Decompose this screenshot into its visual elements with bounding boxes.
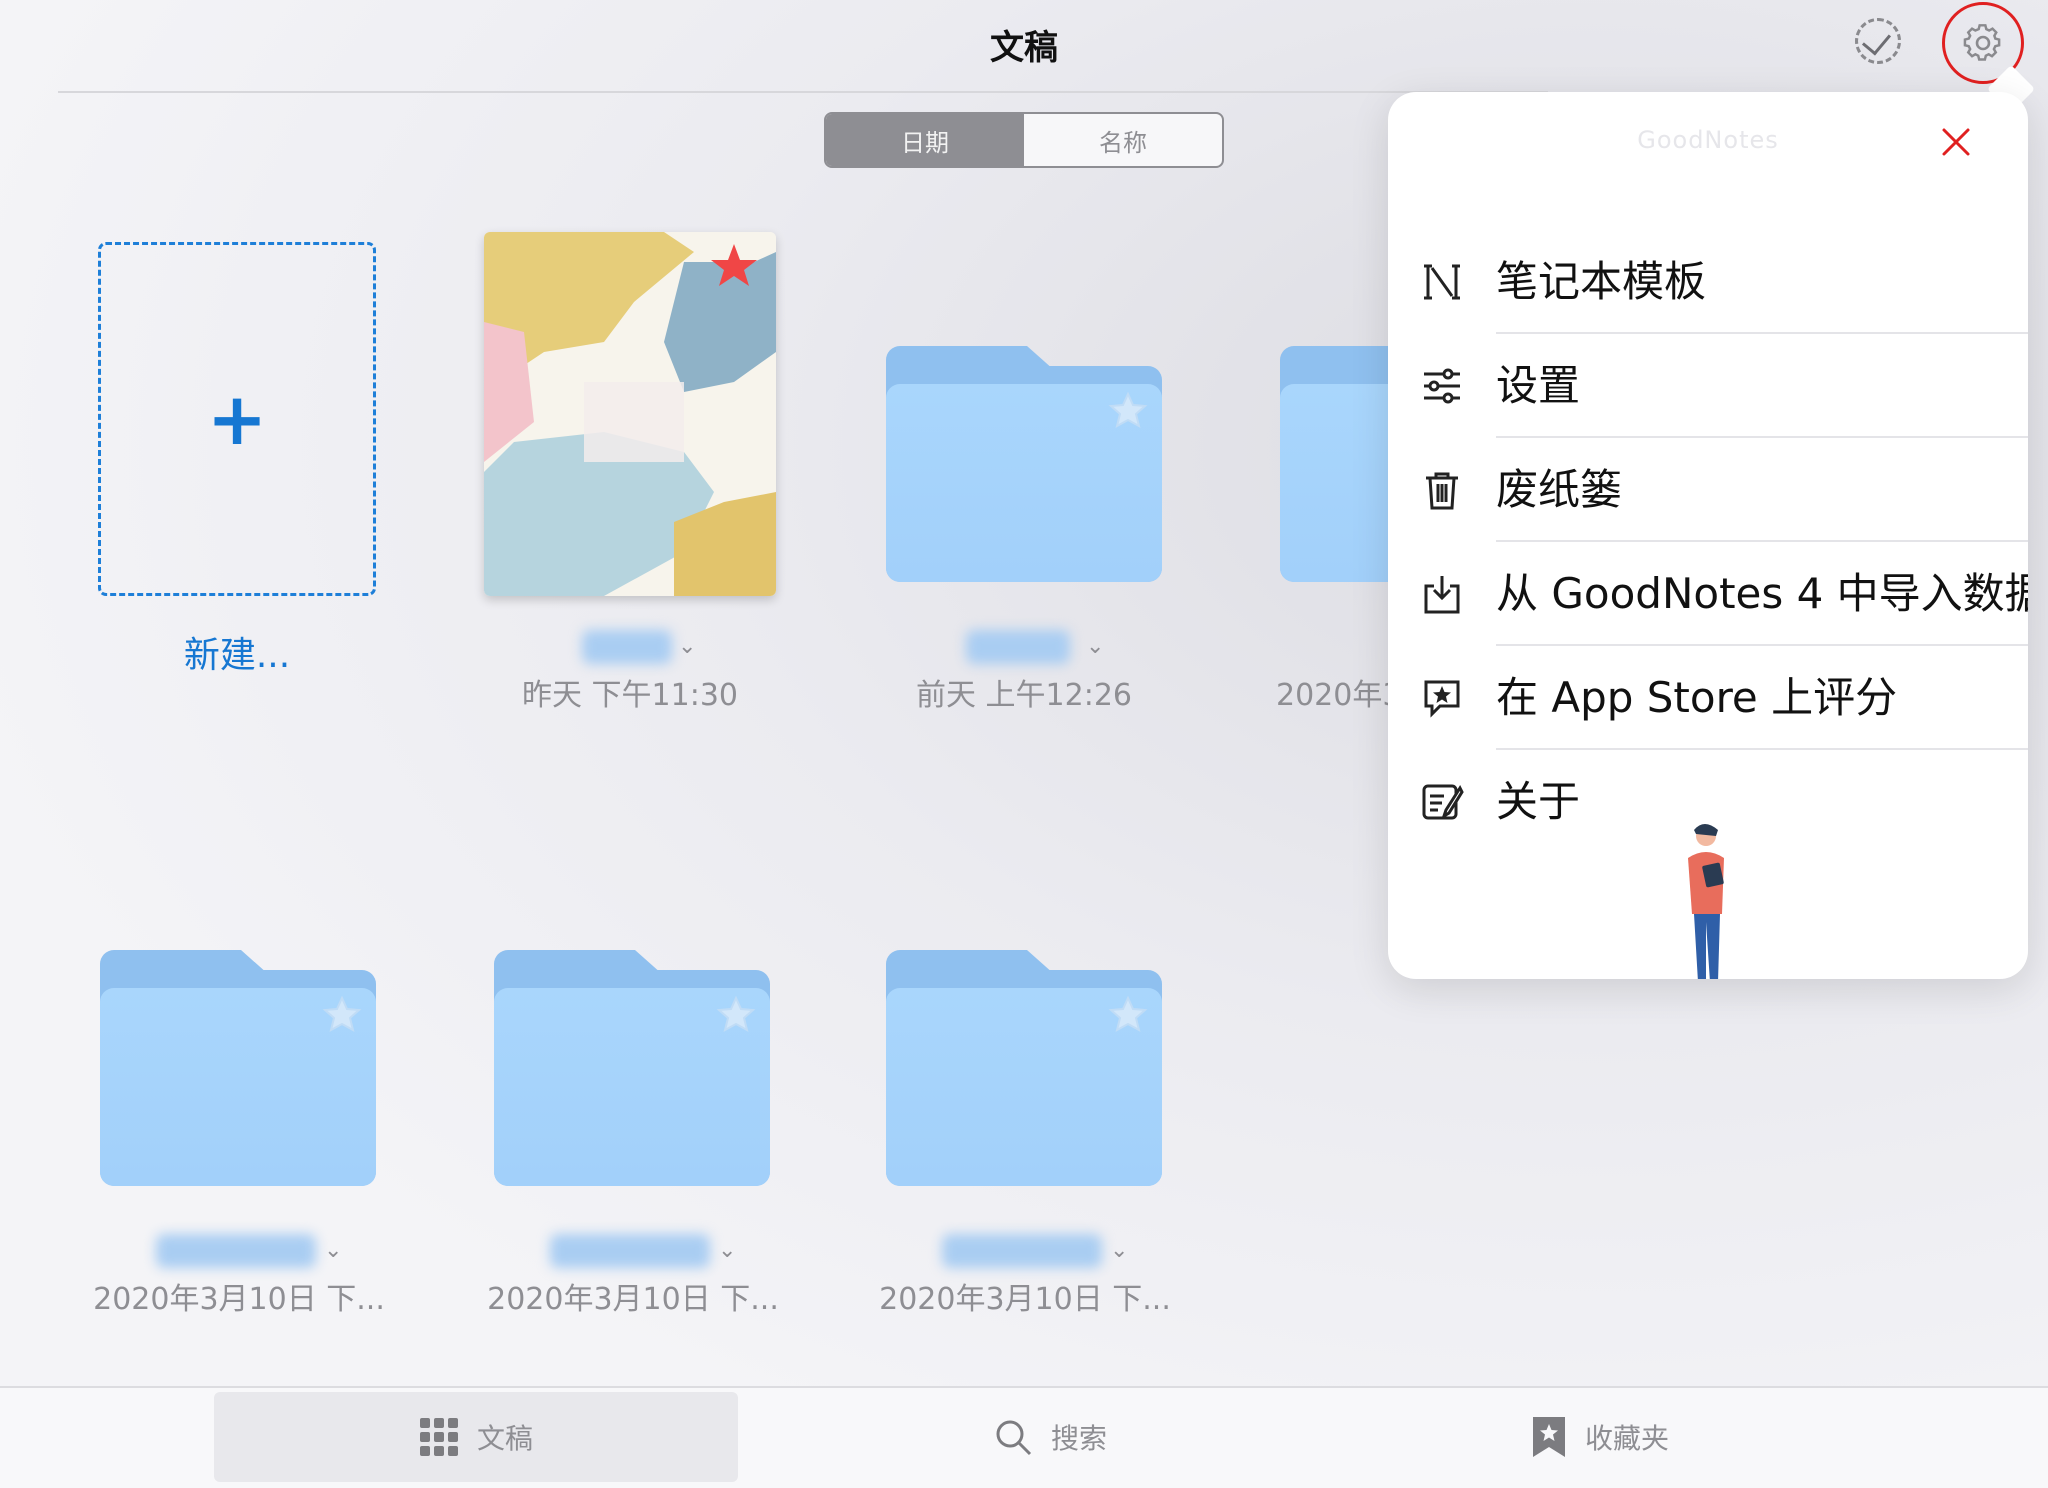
tab-favorites[interactable]: 收藏夹 (1430, 1392, 1770, 1482)
menu-item-label: 在 App Store 上评分 (1496, 673, 1898, 722)
star-outline-icon[interactable] (716, 994, 756, 1034)
select-button[interactable] (1855, 18, 1901, 64)
notebook-name-redacted (582, 630, 672, 664)
folder-date: 前天 上午12:26 (916, 678, 1132, 713)
folder-name-redacted (156, 1234, 316, 1268)
menu-item-rate[interactable]: 在 App Store 上评分 (1388, 646, 2028, 750)
menu-item-trash[interactable]: 废纸篓 (1388, 438, 2028, 542)
tab-label: 收藏夹 (1584, 1422, 1669, 1455)
chevron-down-icon[interactable]: ⌄ (1086, 634, 1104, 659)
sort-by-name-segment[interactable]: 名称 (1024, 114, 1222, 166)
folder-name-redacted (550, 1234, 710, 1268)
menu-item-settings[interactable]: 设置 (1388, 334, 2028, 438)
person-illustration (1688, 824, 1724, 979)
bookmark-icon (1532, 1417, 1565, 1457)
menu-item-label: 关于 (1496, 777, 1581, 826)
notebook-thumbnail[interactable] (484, 232, 776, 596)
folder-thumbnail[interactable] (886, 346, 1162, 582)
sort-by-date-segment[interactable]: 日期 (826, 114, 1024, 166)
new-document-label[interactable]: 新建... (98, 626, 376, 678)
close-icon[interactable] (1936, 122, 1976, 162)
folder-thumbnail[interactable] (100, 950, 376, 1186)
menu-item-templates[interactable]: 笔记本模板 (1388, 230, 2028, 334)
folder-name-redacted (942, 1234, 1102, 1268)
chevron-down-icon[interactable]: ⌄ (324, 1238, 342, 1263)
gear-icon (1963, 24, 2001, 61)
star-outline-icon[interactable] (322, 994, 362, 1034)
settings-popover: GoodNotes 笔记本模板 设置 废纸篓 从 GoodNotes 4 中导入… (1388, 92, 2028, 979)
menu-item-import[interactable]: 从 GoodNotes 4 中导入数据 (1388, 542, 2028, 646)
import-icon (1424, 576, 1460, 614)
header-divider (58, 91, 1548, 93)
trash-icon (1426, 472, 1458, 510)
tab-bar: 文稿 搜索 收藏夹 (0, 1386, 2048, 1488)
tab-label: 文稿 (476, 1422, 533, 1455)
sort-segmented-control[interactable]: 日期 名称 (824, 112, 1224, 168)
star-outline-icon[interactable] (1108, 390, 1148, 430)
chevron-down-icon[interactable]: ⌄ (678, 634, 696, 659)
search-icon (996, 1420, 1032, 1456)
template-icon (1424, 264, 1460, 300)
folder-date: 2020年3月10日 下... (879, 1282, 1171, 1317)
folder-thumbnail[interactable] (886, 950, 1162, 1186)
sliders-icon (1424, 368, 1460, 404)
rate-icon (1424, 680, 1460, 718)
folder-date: 2020年3月10日 下... (93, 1282, 385, 1317)
menu-item-label: 废纸篓 (1496, 465, 1623, 514)
popover-title: GoodNotes (1637, 126, 1779, 154)
star-outline-icon[interactable] (1108, 994, 1148, 1034)
menu-item-label: 从 GoodNotes 4 中导入数据 (1496, 569, 2028, 618)
folder-thumbnail[interactable] (494, 950, 770, 1186)
menu-item-label: 设置 (1496, 361, 1581, 410)
checkmark-icon (1861, 25, 1892, 56)
notebook-date: 昨天 下午11:30 (522, 678, 738, 713)
notebook-cover (484, 232, 776, 596)
tab-label: 搜索 (1050, 1422, 1107, 1455)
folder-name-redacted (966, 630, 1070, 664)
new-document-button[interactable]: + (98, 242, 376, 596)
menu-item-label: 笔记本模板 (1496, 257, 1707, 306)
folder-date: 2020年3 (1276, 678, 1402, 713)
chevron-down-icon[interactable]: ⌄ (718, 1238, 736, 1263)
folder-date: 2020年3月10日 下... (487, 1282, 779, 1317)
page-title: 文稿 (990, 28, 1058, 68)
tab-documents[interactable]: 文稿 (214, 1392, 738, 1482)
tab-search[interactable]: 搜索 (880, 1392, 1220, 1482)
about-icon (1422, 784, 1464, 820)
chevron-down-icon[interactable]: ⌄ (1110, 1238, 1128, 1263)
grid-icon (419, 1418, 458, 1456)
plus-icon: + (206, 377, 268, 461)
